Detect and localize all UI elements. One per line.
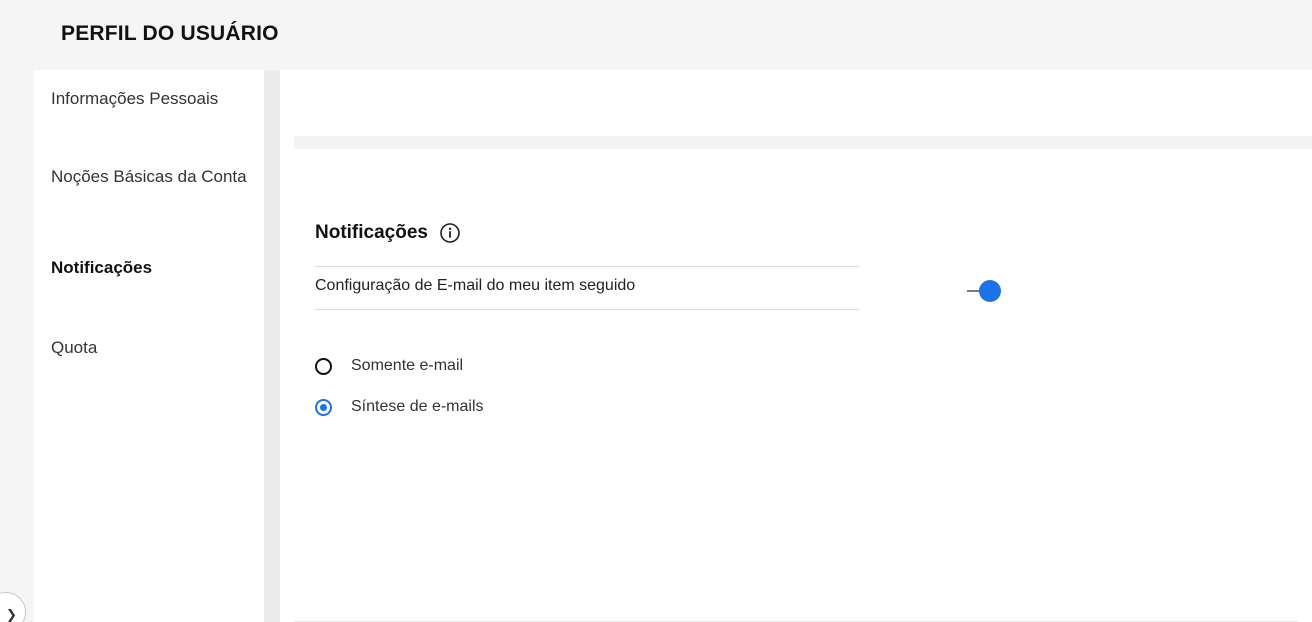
section-separator	[294, 136, 1312, 149]
radio-option-email-only[interactable]: Somente e-mail	[315, 357, 463, 375]
radio-option-email-digest[interactable]: Síntese de e-mails	[315, 398, 484, 416]
main-panel: Notificações Configuração de E-mail do m…	[280, 70, 1312, 622]
page-title: PERFIL DO USUÁRIO	[61, 22, 279, 45]
toggle-knob	[979, 280, 1001, 302]
radio-label: Somente e-mail	[351, 357, 464, 374]
page-header: PERFIL DO USUÁRIO	[0, 0, 1312, 70]
followed-item-email-toggle[interactable]	[967, 278, 1005, 304]
sidebar-collapse-button[interactable]: ❯	[0, 592, 26, 622]
info-icon[interactable]	[439, 222, 461, 244]
section-title: Notificações	[315, 222, 428, 243]
sidebar-divider	[264, 70, 280, 622]
sidebar: Informações Pessoais Noções Básicas da C…	[34, 70, 264, 622]
chevron-right-icon: ❯	[6, 608, 17, 622]
setting-label: Configuração de E-mail do meu item segui…	[315, 277, 636, 294]
radio-label: Síntese de e-mails	[351, 398, 484, 415]
sidebar-item-nocoes-basicas-da-conta[interactable]: Noções Básicas da Conta	[51, 163, 251, 190]
sidebar-item-quota[interactable]: Quota	[51, 334, 251, 361]
section-heading: Notificações	[315, 222, 461, 244]
setting-row-followed-item-email: Configuração de E-mail do meu item segui…	[315, 266, 859, 310]
radio-checked-icon[interactable]	[315, 398, 332, 416]
sidebar-item-informacoes-pessoais[interactable]: Informações Pessoais	[51, 85, 251, 112]
sidebar-item-notificacoes[interactable]: Notificações	[51, 254, 251, 281]
radio-unchecked-icon[interactable]	[315, 357, 332, 375]
app-window: PERFIL DO USUÁRIO Informações Pessoais N…	[0, 0, 1312, 622]
